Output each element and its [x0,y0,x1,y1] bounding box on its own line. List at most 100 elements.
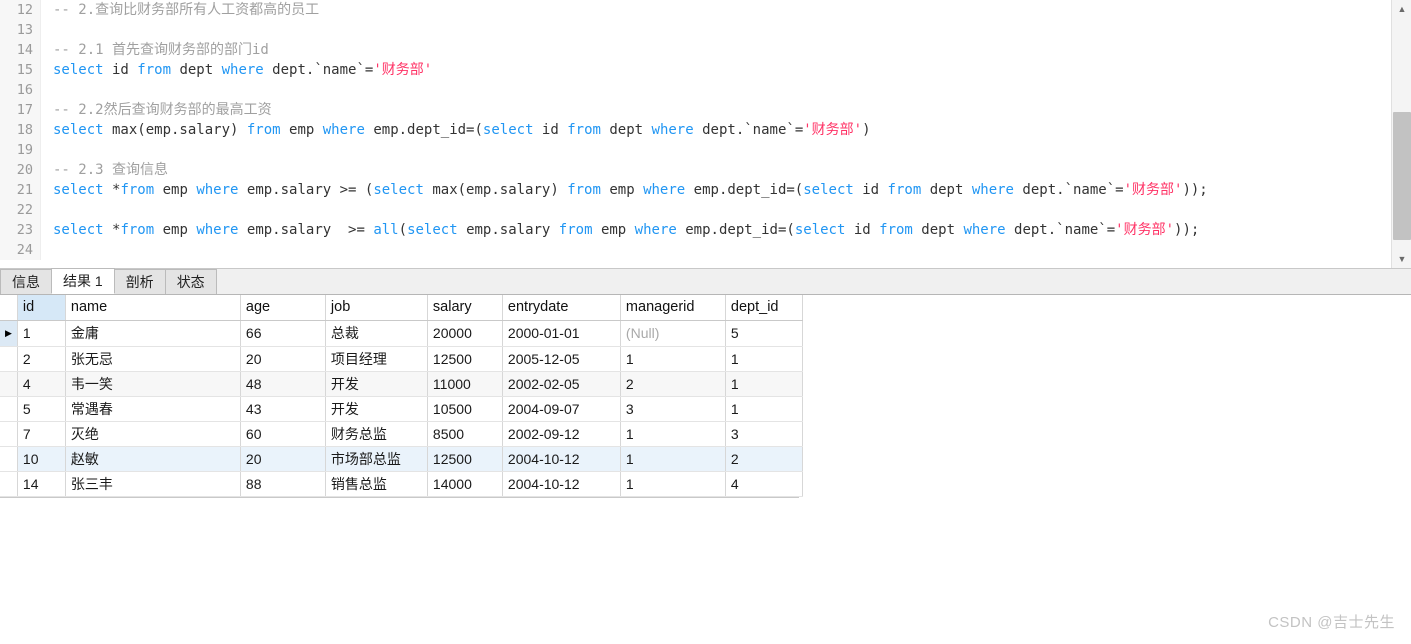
table-row[interactable]: 4 韦一笑 48 开发 11000 2002-02-05 2 1 [0,371,803,397]
cell-name[interactable]: 常遇春 [65,396,241,422]
cell-salary[interactable]: 8500 [427,421,503,447]
column-header-dept_id[interactable]: dept_id [725,295,803,321]
code-line[interactable]: 18 select max(emp.salary) from emp where … [0,120,1390,140]
column-header-id[interactable]: id [17,295,66,321]
code-line-text[interactable]: -- 2.2然后查询财务部的最高工资 [40,100,1390,120]
cell-entrydate[interactable]: 2002-02-05 [502,371,621,397]
code-line-text[interactable]: -- 2.查询比财务部所有人工资都高的员工 [40,0,1390,20]
code-line-text[interactable] [40,140,1390,160]
table-row[interactable]: 14 张三丰 88 销售总监 14000 2004-10-12 1 4 [0,471,803,497]
row-marker-cell[interactable] [0,371,18,397]
cell-name[interactable]: 赵敏 [65,446,241,472]
current-row-marker-icon[interactable]: ▶ [0,320,18,347]
column-header-entrydate[interactable]: entrydate [502,295,621,321]
table-row[interactable]: ▶ 1 金庸 66 总裁 20000 2000-01-01 (Null) 5 [0,320,803,347]
code-line[interactable]: 20 -- 2.3 查询信息 [0,160,1390,180]
cell-id[interactable]: 10 [17,446,66,472]
cell-age[interactable]: 43 [240,396,326,422]
cell-age[interactable]: 20 [240,446,326,472]
code-line[interactable]: 21 select *from emp where emp.salary >= (… [0,180,1390,200]
code-line[interactable]: 17 -- 2.2然后查询财务部的最高工资 [0,100,1390,120]
cell-id[interactable]: 7 [17,421,66,447]
cell-job[interactable]: 市场部总监 [325,446,428,472]
cell-id[interactable]: 4 [17,371,66,397]
result-grid-container[interactable]: id name age job salary entrydate managerid dept… [0,295,1411,644]
code-line-text[interactable] [40,240,1390,260]
cell-dept_id[interactable]: 1 [725,346,803,372]
cell-job[interactable]: 销售总监 [325,471,428,497]
table-row[interactable]: 2 张无忌 20 项目经理 12500 2005-12-05 1 1 [0,346,803,372]
cell-name[interactable]: 韦一笑 [65,371,241,397]
code-line[interactable]: 14 -- 2.1 首先查询财务部的部门id [0,40,1390,60]
editor-horizontal-scrollbar[interactable] [0,260,1391,268]
cell-dept_id[interactable]: 1 [725,371,803,397]
code-line[interactable]: 22 [0,200,1390,220]
cell-job[interactable]: 开发 [325,371,428,397]
cell-age[interactable]: 66 [240,320,326,347]
code-line-text[interactable]: select id from dept where dept.`name`='财… [40,60,1390,80]
cell-name[interactable]: 金庸 [65,320,241,347]
tab-3[interactable]: 状态 [164,269,217,294]
editor-code-area[interactable]: 12 -- 2.查询比财务部所有人工资都高的员工 13 14 -- 2.1 首先查询财务… [0,0,1390,268]
code-lines-container[interactable]: 12 -- 2.查询比财务部所有人工资都高的员工 13 14 -- 2.1 首先查询财务… [0,0,1390,260]
sql-editor-pane[interactable]: 12 -- 2.查询比财务部所有人工资都高的员工 13 14 -- 2.1 首先查询财务… [0,0,1411,269]
cell-salary[interactable]: 20000 [427,320,503,347]
cell-age[interactable]: 20 [240,346,326,372]
cell-id[interactable]: 14 [17,471,66,497]
cell-dept_id[interactable]: 4 [725,471,803,497]
result-table[interactable]: id name age job salary entrydate managerid dept… [0,295,803,497]
tab-1[interactable]: 结果 1 [51,268,115,294]
code-line-text[interactable]: select max(emp.salary) from emp where em… [40,120,1390,140]
table-row[interactable]: 10 赵敏 20 市场部总监 12500 2004-10-12 1 2 [0,446,803,472]
cell-managerid[interactable]: 1 [620,446,726,472]
cell-job[interactable]: 项目经理 [325,346,428,372]
cell-id[interactable]: 2 [17,346,66,372]
tab-0[interactable]: 信息 [0,269,52,294]
cell-job[interactable]: 开发 [325,396,428,422]
row-marker-cell[interactable] [0,396,18,422]
cell-id[interactable]: 1 [17,320,66,347]
code-line[interactable]: 24 [0,240,1390,260]
cell-entrydate[interactable]: 2002-09-12 [502,421,621,447]
cell-age[interactable]: 88 [240,471,326,497]
cell-dept_id[interactable]: 3 [725,421,803,447]
cell-salary[interactable]: 14000 [427,471,503,497]
cell-entrydate[interactable]: 2005-12-05 [502,346,621,372]
cell-entrydate[interactable]: 2004-10-12 [502,446,621,472]
cell-managerid[interactable]: 1 [620,346,726,372]
column-header-managerid[interactable]: managerid [620,295,726,321]
cell-job[interactable]: 总裁 [325,320,428,347]
code-line-text[interactable]: select *from emp where emp.salary >= all… [40,220,1390,240]
cell-name[interactable]: 张无忌 [65,346,241,372]
cell-entrydate[interactable]: 2004-09-07 [502,396,621,422]
cell-age[interactable]: 48 [240,371,326,397]
cell-managerid[interactable]: 2 [620,371,726,397]
cell-id[interactable]: 5 [17,396,66,422]
code-line[interactable]: 13 [0,20,1390,40]
column-header-age[interactable]: age [240,295,326,321]
code-line-text[interactable]: -- 2.3 查询信息 [40,160,1390,180]
cell-entrydate[interactable]: 2004-10-12 [502,471,621,497]
editor-vertical-scrollbar[interactable]: ▲ ▼ [1391,0,1411,268]
column-header-job[interactable]: job [325,295,428,321]
column-header-salary[interactable]: salary [427,295,503,321]
cell-name[interactable]: 张三丰 [65,471,241,497]
tab-2[interactable]: 剖析 [113,269,166,294]
cell-salary[interactable]: 11000 [427,371,503,397]
scroll-up-arrow-icon[interactable]: ▲ [1392,0,1411,18]
cell-managerid[interactable]: 1 [620,471,726,497]
code-line[interactable]: 15 select id from dept where dept.`name`=… [0,60,1390,80]
cell-dept_id[interactable]: 1 [725,396,803,422]
cell-salary[interactable]: 12500 [427,346,503,372]
code-line[interactable]: 19 [0,140,1390,160]
code-line-text[interactable]: -- 2.1 首先查询财务部的部门id [40,40,1390,60]
cell-managerid[interactable]: (Null) [620,320,726,347]
cell-salary[interactable]: 12500 [427,446,503,472]
result-tab-bar[interactable]: 信息 结果 1 剖析 状态 [0,268,1411,295]
cell-name[interactable]: 灭绝 [65,421,241,447]
row-marker-cell[interactable] [0,346,18,372]
code-line-text[interactable]: select *from emp where emp.salary >= (se… [40,180,1390,200]
cell-managerid[interactable]: 3 [620,396,726,422]
table-row[interactable]: 5 常遇春 43 开发 10500 2004-09-07 3 1 [0,396,803,422]
row-marker-cell[interactable] [0,421,18,447]
